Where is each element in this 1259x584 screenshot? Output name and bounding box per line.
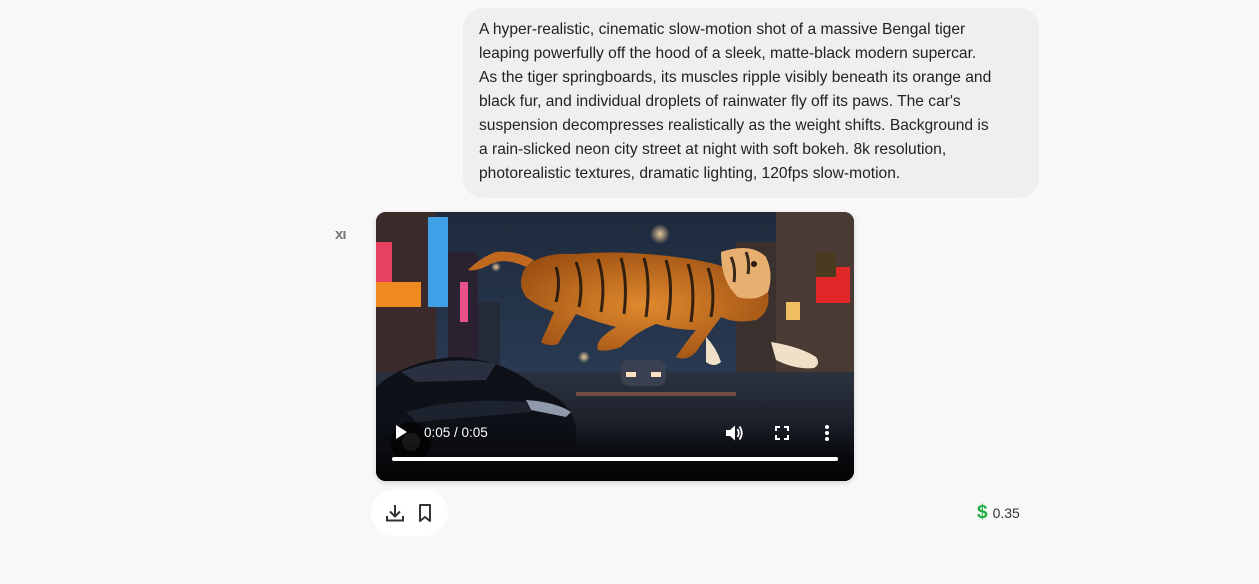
volume-icon[interactable] — [725, 424, 743, 442]
video-progress-bar[interactable] — [392, 457, 838, 461]
chat-page: A hyper-realistic, cinematic slow-motion… — [0, 0, 1259, 584]
prompt-line: leaping powerfully off the hood of a sle… — [479, 45, 977, 62]
media-action-bar — [371, 490, 448, 536]
play-icon[interactable] — [394, 424, 408, 440]
video-player[interactable]: 0:05 / 0:05 — [376, 212, 854, 481]
model-logo-icon: xı — [335, 226, 347, 243]
prompt-line: suspension decompresses realistically as… — [479, 117, 989, 134]
fullscreen-icon[interactable] — [775, 426, 789, 440]
dollar-icon: $ — [977, 502, 988, 523]
generation-cost: $ 0.35 — [977, 503, 1020, 523]
prompt-line: a rain-slicked neon city street at night… — [479, 141, 947, 158]
video-progress-fill — [392, 457, 838, 461]
download-icon[interactable] — [384, 502, 406, 524]
prompt-line: A hyper-realistic, cinematic slow-motion… — [479, 21, 966, 38]
video-time-display: 0:05 / 0:05 — [424, 425, 488, 440]
prompt-line: As the tiger springboards, its muscles r… — [479, 69, 992, 86]
prompt-line: black fur, and individual droplets of ra… — [479, 93, 961, 110]
cost-value: 0.35 — [992, 505, 1020, 521]
user-prompt-bubble: A hyper-realistic, cinematic slow-motion… — [463, 8, 1039, 198]
bookmark-icon[interactable] — [414, 502, 436, 524]
prompt-line: photorealistic textures, dramatic lighti… — [479, 165, 901, 182]
more-vert-icon[interactable] — [824, 424, 830, 442]
